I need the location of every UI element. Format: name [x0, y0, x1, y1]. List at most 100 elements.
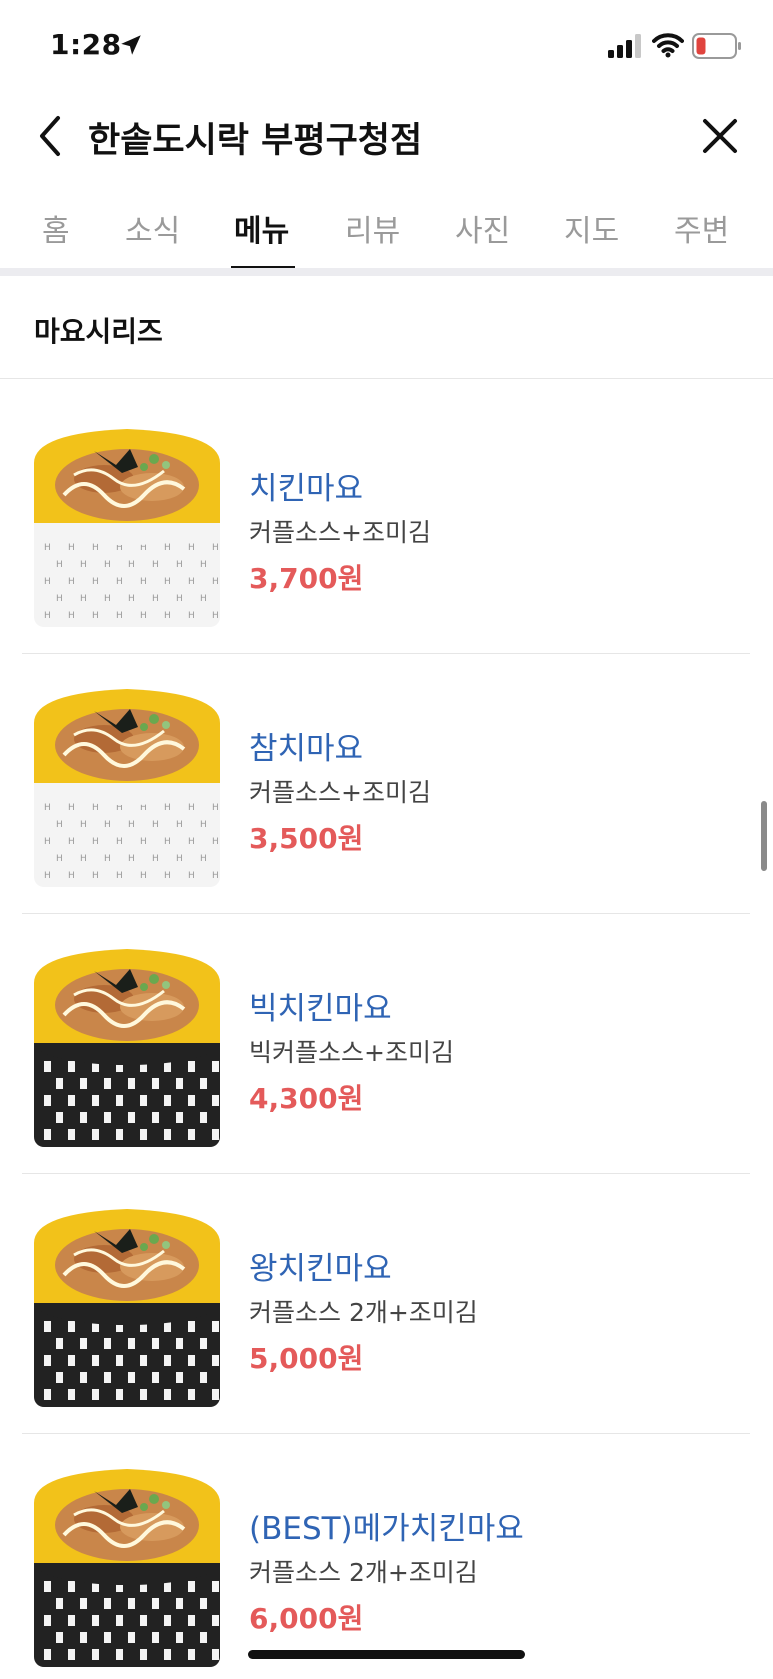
svg-text:H: H — [80, 820, 87, 830]
svg-text:H: H — [188, 837, 195, 847]
svg-text:H: H — [176, 560, 183, 570]
tab-reviews[interactable]: 리뷰 — [345, 206, 400, 250]
svg-text:H: H — [44, 577, 51, 587]
tab-home[interactable]: 홈 — [42, 206, 70, 250]
menu-item-thumbnail: HHHHHHHHHHHHHHHHHHHHHHHHHHHHHHHHHHHHHHHH — [34, 423, 220, 627]
page-title: 한솥도시락 부평구청점 — [88, 121, 423, 161]
cellular-signal-icon — [608, 34, 641, 58]
svg-text:H: H — [140, 837, 147, 847]
chevron-left-icon[interactable] — [34, 114, 68, 158]
tab-photos[interactable]: 사진 — [455, 206, 510, 250]
menu-item-description: 커플소스 2개+조미김 — [249, 1298, 478, 1327]
svg-text:H: H — [140, 871, 147, 881]
tab-news[interactable]: 소식 — [125, 206, 180, 250]
svg-text:H: H — [68, 803, 75, 813]
svg-text:H: H — [176, 854, 183, 864]
svg-text:H: H — [68, 611, 75, 621]
svg-text:H: H — [128, 854, 135, 864]
svg-text:H: H — [212, 803, 219, 813]
menu-item-name: 빅치킨마요 — [249, 991, 392, 1027]
wifi-icon — [652, 33, 684, 58]
svg-text:H: H — [188, 803, 195, 813]
scrollbar[interactable] — [761, 801, 767, 871]
status-time: 1:28 — [50, 28, 122, 61]
svg-text:H: H — [56, 820, 63, 830]
svg-text:H: H — [128, 594, 135, 604]
svg-text:H: H — [164, 837, 171, 847]
menu-item-name: 치킨마요 — [249, 471, 364, 507]
svg-text:H: H — [92, 837, 99, 847]
close-icon[interactable] — [700, 116, 740, 156]
svg-text:H: H — [212, 543, 219, 553]
svg-text:H: H — [116, 871, 123, 881]
menu-item[interactable]: HHHHHHHHHHHHHHHHHHHHHHHHHHHHHHHHHHHHHHHH… — [0, 639, 773, 914]
menu-item-thumbnail — [34, 1463, 220, 1667]
food-bowl-image — [34, 1203, 220, 1407]
svg-text:H: H — [44, 611, 51, 621]
menu-item[interactable]: (BEST)메가치킨마요커플소스 2개+조미김 6,000원 — [0, 1419, 773, 1679]
svg-text:H: H — [188, 611, 195, 621]
food-bowl-image: HHHHHHHHHHHHHHHHHHHHHHHHHHHHHHHHHHHHHHHH — [34, 683, 220, 887]
menu-item-description: 커플소스 2개+조미김 — [249, 1558, 478, 1587]
svg-text:H: H — [152, 560, 159, 570]
nav-header: 한솥도시락 부평구청점 — [0, 92, 773, 182]
svg-text:H: H — [164, 871, 171, 881]
menu-item-price: 4,300원 — [249, 1082, 364, 1115]
svg-text:H: H — [56, 560, 63, 570]
svg-text:H: H — [92, 543, 99, 553]
menu-item-thumbnail — [34, 943, 220, 1147]
home-indicator[interactable] — [248, 1650, 525, 1659]
svg-text:H: H — [128, 560, 135, 570]
svg-text:H: H — [212, 611, 219, 621]
svg-text:H: H — [104, 854, 111, 864]
svg-text:H: H — [104, 820, 111, 830]
svg-text:H: H — [152, 820, 159, 830]
svg-text:H: H — [188, 577, 195, 587]
svg-text:H: H — [116, 611, 123, 621]
svg-text:H: H — [44, 803, 51, 813]
menu-item-description: 커플소스+조미김 — [249, 518, 431, 547]
menu-item-price: 6,000원 — [249, 1602, 364, 1635]
svg-text:H: H — [212, 837, 219, 847]
svg-text:H: H — [92, 577, 99, 587]
menu-item[interactable]: HHHHHHHHHHHHHHHHHHHHHHHHHHHHHHHHHHHHHHHH… — [0, 379, 773, 654]
tab-nearby[interactable]: 주변 — [674, 206, 729, 250]
svg-text:H: H — [176, 820, 183, 830]
svg-text:H: H — [92, 611, 99, 621]
svg-text:H: H — [188, 871, 195, 881]
menu-item-price: 5,000원 — [249, 1342, 364, 1375]
svg-text:H: H — [92, 803, 99, 813]
svg-text:H: H — [200, 560, 207, 570]
tab-map[interactable]: 지도 — [564, 206, 619, 250]
svg-text:H: H — [44, 871, 51, 881]
tab-bar: 홈 소식 메뉴 리뷰 사진 지도 주변 — [0, 196, 773, 270]
svg-text:H: H — [140, 611, 147, 621]
svg-text:H: H — [44, 837, 51, 847]
food-bowl-image — [34, 1463, 220, 1667]
svg-text:H: H — [164, 577, 171, 587]
menu-item[interactable]: 왕치킨마요 커플소스 2개+조미김 5,000원 — [0, 1159, 773, 1434]
svg-text:H: H — [200, 854, 207, 864]
svg-text:H: H — [164, 611, 171, 621]
svg-text:H: H — [212, 577, 219, 587]
status-bar: 1:28 — [0, 0, 773, 92]
svg-text:H: H — [212, 871, 219, 881]
svg-text:H: H — [200, 594, 207, 604]
svg-text:H: H — [56, 594, 63, 604]
menu-item-description: 커플소스+조미김 — [249, 778, 431, 807]
svg-text:H: H — [56, 854, 63, 864]
svg-text:H: H — [152, 854, 159, 864]
menu-item-thumbnail: HHHHHHHHHHHHHHHHHHHHHHHHHHHHHHHHHHHHHHHH — [34, 683, 220, 887]
tabs-divider — [0, 268, 773, 276]
menu-item[interactable]: 빅치킨마요 빅커플소스+조미김 4,300원 — [0, 899, 773, 1174]
tab-menu[interactable]: 메뉴 — [234, 206, 289, 250]
svg-text:H: H — [80, 854, 87, 864]
svg-text:H: H — [152, 594, 159, 604]
svg-text:H: H — [104, 594, 111, 604]
menu-item-name: (BEST)메가치킨마요 — [249, 1511, 524, 1547]
food-bowl-image — [34, 943, 220, 1147]
svg-text:H: H — [200, 820, 207, 830]
svg-text:H: H — [80, 560, 87, 570]
svg-text:H: H — [44, 543, 51, 553]
menu-item-thumbnail — [34, 1203, 220, 1407]
